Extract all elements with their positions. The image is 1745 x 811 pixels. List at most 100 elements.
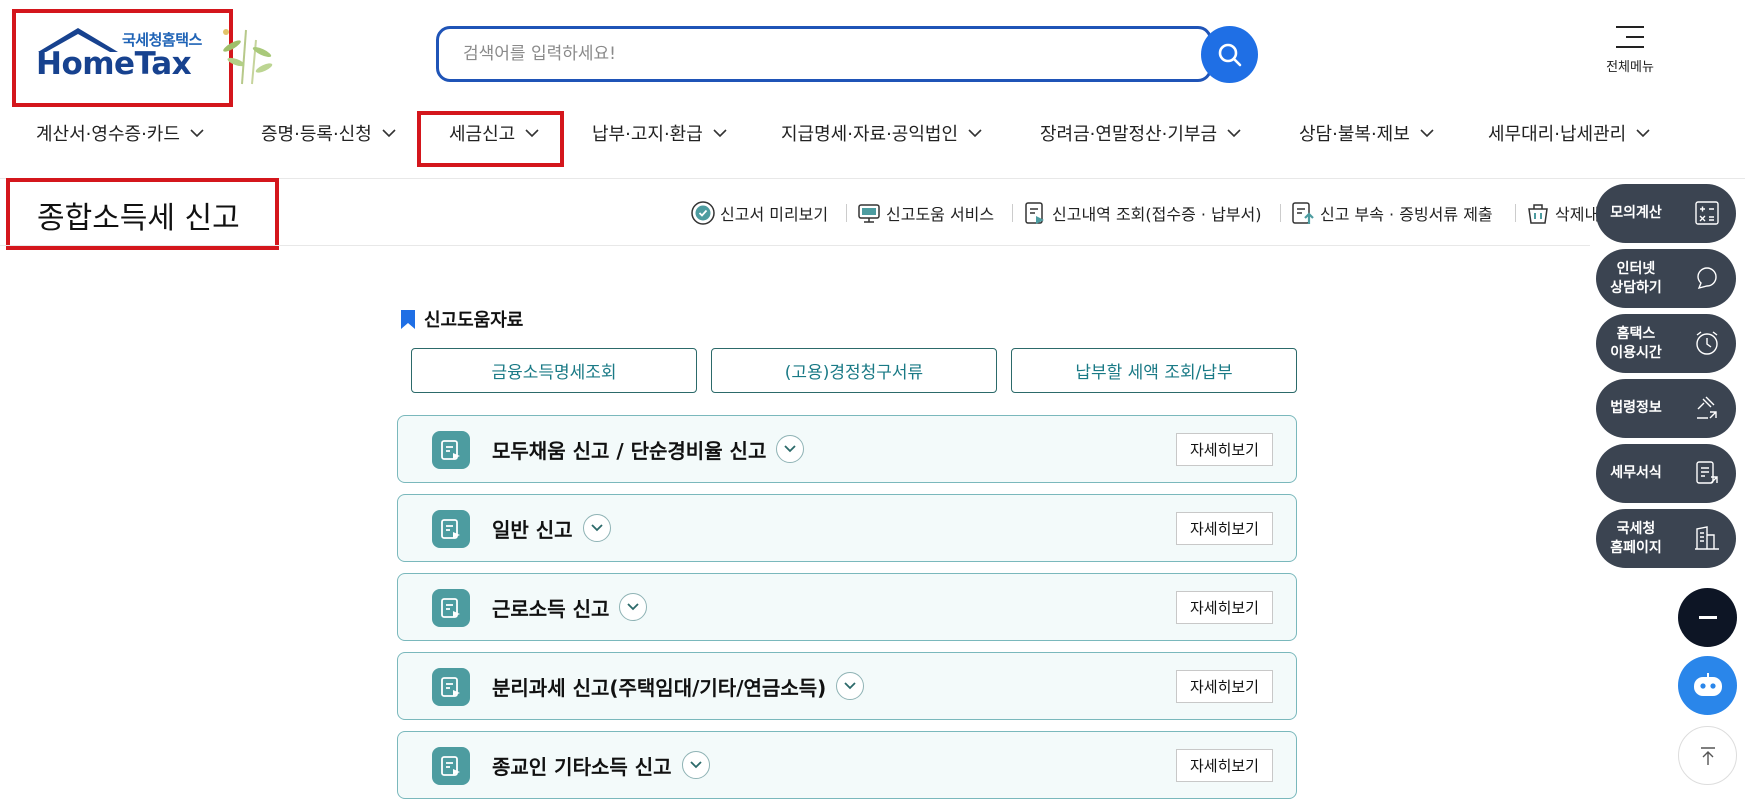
main-nav: 계산서·영수증·카드 증명·등록·신청 세금신고 납부·고지·환급 지급명세·자…	[0, 113, 1660, 153]
form-icon	[1696, 461, 1718, 484]
search-bar	[436, 26, 1212, 82]
arrow-up-icon	[1700, 746, 1715, 765]
bamboo-decoration-icon	[223, 29, 273, 85]
divider	[1515, 204, 1516, 222]
quick-link-delete[interactable]: 삭제내	[1525, 200, 1599, 226]
accordion-label: 종교인 기타소득 신고	[492, 754, 672, 779]
expand-toggle[interactable]	[776, 435, 805, 463]
expand-toggle[interactable]	[619, 593, 648, 621]
financial-income-button[interactable]: 금융소득명세조회	[411, 348, 697, 393]
float-mock-calc[interactable]: 모의계산	[1596, 184, 1736, 243]
chatbot-icon	[1693, 672, 1722, 696]
search-input[interactable]	[461, 43, 1209, 65]
float-label: 모의계산	[1610, 205, 1662, 221]
all-menu-button[interactable]: 전체메뉴	[1590, 26, 1670, 75]
hamburger-icon	[1616, 26, 1644, 48]
accordion-item[interactable]: 일반 신고 자세히보기	[397, 494, 1297, 562]
expand-toggle[interactable]	[681, 751, 710, 779]
monitor-help-icon	[858, 204, 880, 223]
nav-item-payment[interactable]: 납부·고지·환급	[592, 113, 727, 153]
calculator-icon	[1695, 201, 1719, 225]
expand-toggle[interactable]	[582, 514, 611, 542]
float-service-hours[interactable]: 홈택스 이용시간	[1596, 314, 1736, 373]
chevron-down-icon	[590, 524, 603, 532]
quick-link-label: 신고내역 조회(접수증 · 납부서)	[1052, 205, 1262, 224]
nav-item-label: 세무대리·납세관리	[1488, 124, 1627, 145]
search-icon	[1218, 43, 1241, 66]
accordion-item[interactable]: 분리과세 신고(주택임대/기타/연금소득) 자세히보기	[397, 652, 1297, 720]
float-internet-consult[interactable]: 인터넷 상담하기	[1596, 249, 1736, 308]
search-button[interactable]	[1201, 26, 1258, 83]
divider	[1012, 204, 1013, 222]
quick-link-label: 신고 부속 · 증빙서류 제출	[1320, 205, 1493, 224]
nav-item-incentive[interactable]: 장려금·연말정산·기부금	[1040, 113, 1241, 153]
quick-link-help-service[interactable]: 신고도움 서비스	[856, 200, 994, 226]
correction-claim-button[interactable]: (고용)경정청구서류	[711, 348, 997, 393]
float-law-info[interactable]: 법령정보	[1596, 379, 1736, 438]
float-label: 세무서식	[1610, 465, 1662, 481]
chatbot-button[interactable]	[1678, 656, 1737, 715]
nav-item-label: 상담·불복·제보	[1299, 124, 1410, 145]
chevron-down-icon	[1636, 128, 1650, 137]
details-button[interactable]: 자세히보기	[1176, 433, 1273, 466]
clock-icon	[1696, 331, 1718, 355]
nav-item-label: 장려금·연말정산·기부금	[1040, 124, 1218, 145]
details-button[interactable]: 자세히보기	[1176, 591, 1273, 624]
divider	[1280, 204, 1281, 222]
float-nts-homepage[interactable]: 국세청 홈페이지	[1596, 509, 1736, 568]
nav-item-label: 계산서·영수증·카드	[36, 124, 180, 145]
document-search-icon	[1025, 202, 1044, 224]
chevron-down-icon	[627, 603, 640, 611]
hometax-logo[interactable]: 국세청홈택스 HomeTax	[36, 26, 216, 86]
quick-link-history[interactable]: 신고내역 조회(접수증 · 납부서)	[1022, 200, 1261, 226]
all-menu-label: 전체메뉴	[1606, 60, 1654, 75]
float-tax-forms[interactable]: 세무서식	[1596, 444, 1736, 503]
details-button[interactable]: 자세히보기	[1176, 749, 1273, 782]
chat-icon	[1697, 267, 1717, 290]
float-label: 홈택스 이용시간	[1610, 325, 1662, 361]
accordion-item[interactable]: 근로소득 신고 자세히보기	[397, 573, 1297, 641]
details-button[interactable]: 자세히보기	[1176, 512, 1273, 545]
document-icon	[432, 747, 470, 785]
chevron-down-icon	[968, 128, 982, 137]
accordion-label: 모두채움 신고 / 단순경비율 신고	[492, 438, 767, 463]
page-title: 종합소득세 신고	[37, 201, 240, 236]
nav-item-label: 증명·등록·신청	[261, 124, 372, 145]
document-icon	[432, 431, 470, 469]
document-icon	[432, 589, 470, 627]
quick-link-label: 신고서 미리보기	[720, 205, 829, 224]
document-icon	[432, 668, 470, 706]
logo-title: HomeTax	[36, 46, 192, 82]
check-circle-icon	[691, 201, 715, 225]
chevron-down-icon	[1227, 128, 1241, 137]
float-label: 국세청 홈페이지	[1610, 520, 1662, 556]
title-divider	[0, 245, 1590, 246]
accordion-label: 근로소득 신고	[492, 596, 610, 621]
help-title-label: 신고도움자료	[424, 310, 524, 331]
nav-item-consult[interactable]: 상담·불복·제보	[1299, 113, 1434, 153]
divider	[846, 204, 847, 222]
scroll-top-button[interactable]	[1678, 726, 1737, 785]
chevron-down-icon	[1420, 128, 1434, 137]
nav-item-statement[interactable]: 지급명세·자료·공익법인	[781, 113, 982, 153]
float-label: 법령정보	[1610, 400, 1662, 416]
details-button[interactable]: 자세히보기	[1176, 670, 1273, 703]
nav-item-agent[interactable]: 세무대리·납세관리	[1488, 113, 1650, 153]
quick-link-preview[interactable]: 신고서 미리보기	[690, 200, 828, 226]
nav-highlight-box	[417, 111, 564, 167]
nav-item-invoice[interactable]: 계산서·영수증·카드	[36, 113, 204, 153]
accordion-item[interactable]: 종교인 기타소득 신고 자세히보기	[397, 731, 1297, 799]
chevron-down-icon	[382, 128, 396, 137]
nav-item-certificate[interactable]: 증명·등록·신청	[261, 113, 396, 153]
trash-icon	[1528, 204, 1548, 224]
document-upload-icon	[1292, 202, 1314, 224]
building-icon	[1695, 526, 1719, 550]
chevron-down-icon	[713, 128, 727, 137]
gavel-icon	[1697, 396, 1717, 419]
accordion-item[interactable]: 모두채움 신고 / 단순경비율 신고 자세히보기	[397, 415, 1297, 483]
tax-payment-button[interactable]: 납부할 세액 조회/납부	[1011, 348, 1297, 393]
quick-link-submit-docs[interactable]: 신고 부속 · 증빙서류 제출	[1290, 200, 1493, 226]
expand-toggle[interactable]	[836, 672, 865, 700]
chevron-down-icon	[190, 128, 204, 137]
collapse-float-button[interactable]	[1678, 588, 1737, 647]
